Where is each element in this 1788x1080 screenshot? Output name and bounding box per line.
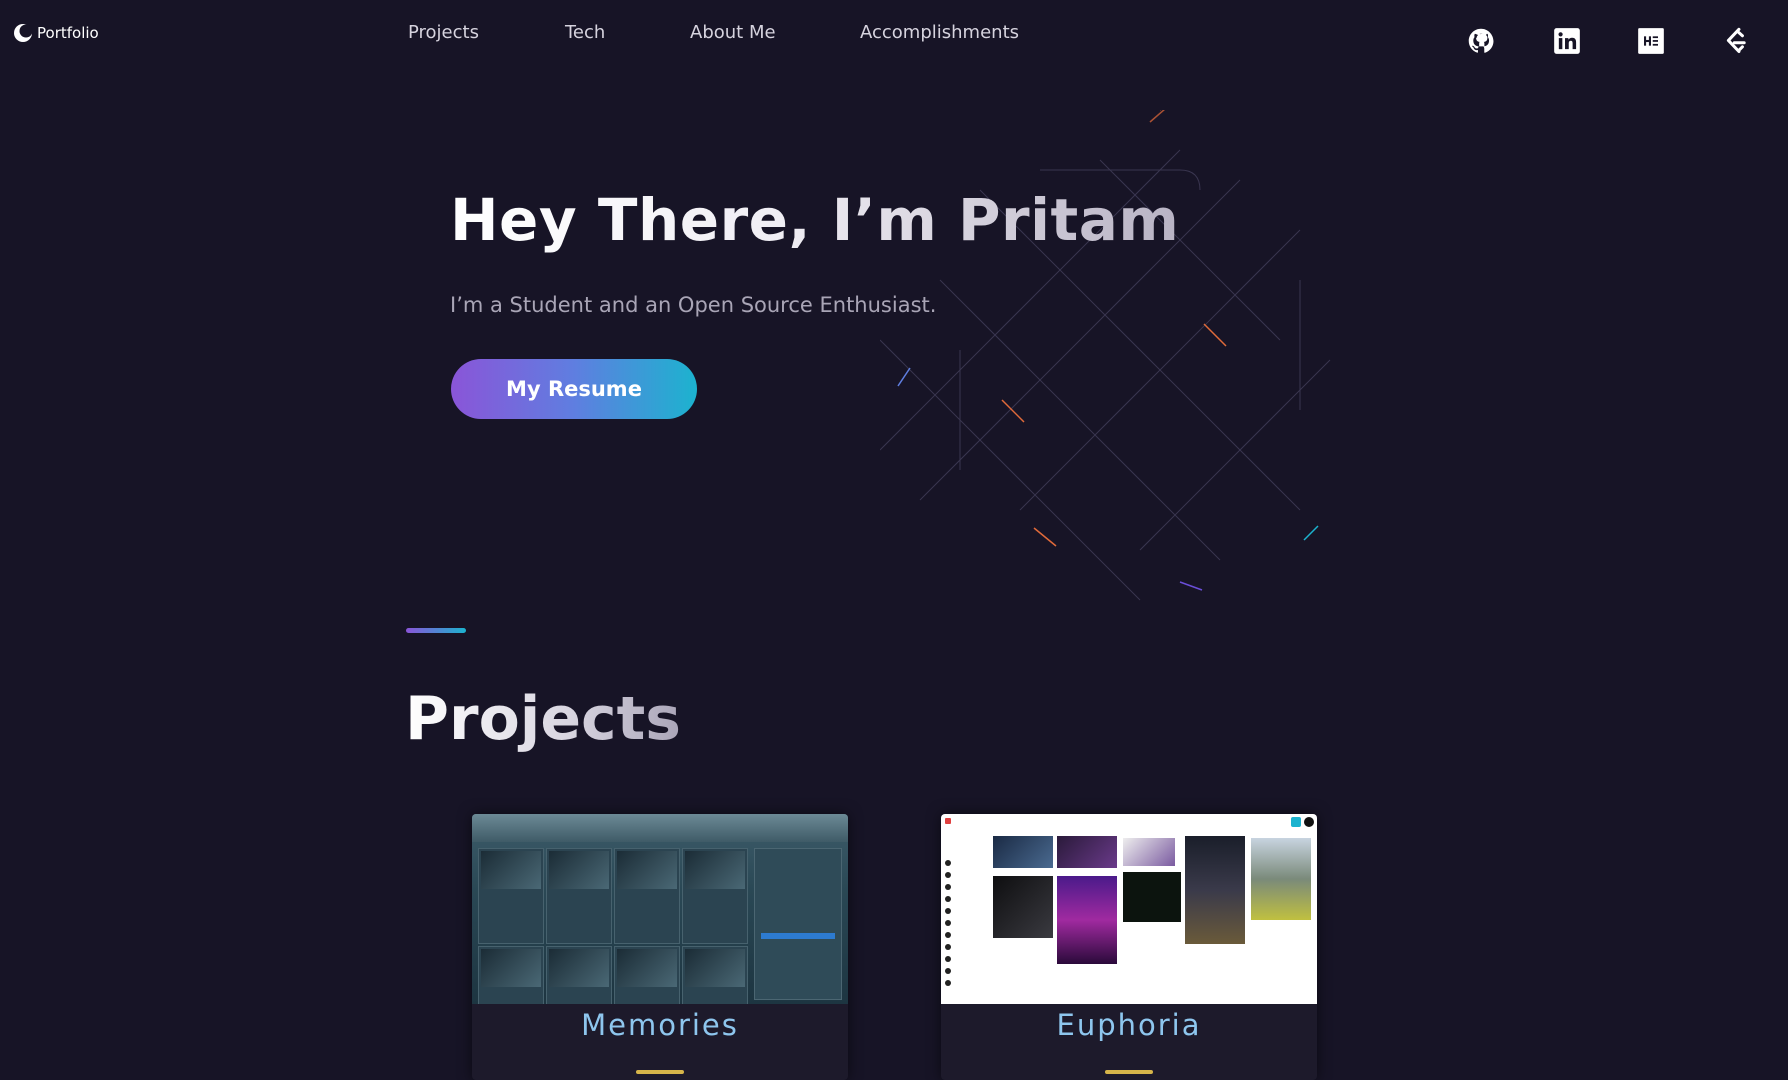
nav-link-accomplishments[interactable]: Accomplishments xyxy=(860,22,1019,43)
resume-button[interactable]: My Resume xyxy=(451,359,697,419)
section-divider xyxy=(406,628,466,633)
nav-link-tech[interactable]: Tech xyxy=(565,22,605,43)
hashnode-link[interactable] xyxy=(1634,24,1668,58)
project-thumbnail-memories xyxy=(472,814,848,1004)
nav-link-projects[interactable]: Projects xyxy=(408,22,479,43)
linkedin-link[interactable] xyxy=(1550,24,1584,58)
logo-text: Portfolio xyxy=(37,24,99,42)
leetcode-link[interactable] xyxy=(1719,24,1753,58)
project-card-title: Memories xyxy=(581,1008,739,1042)
hashnode-icon xyxy=(1638,28,1664,54)
hero-subtitle: I’m a Student and an Open Source Enthusi… xyxy=(450,293,937,317)
project-card-underline xyxy=(1105,1070,1153,1074)
leetcode-icon xyxy=(1726,27,1746,54)
project-card-memories[interactable]: Memories xyxy=(472,814,848,1080)
github-link[interactable] xyxy=(1464,24,1498,58)
logo[interactable]: Portfolio xyxy=(13,22,99,44)
github-icon xyxy=(1468,28,1494,53)
project-card-underline xyxy=(636,1070,684,1074)
project-thumbnail-euphoria xyxy=(941,814,1317,1004)
hero-decoration xyxy=(880,110,1331,601)
project-card-euphoria[interactable]: Euphoria xyxy=(941,814,1317,1080)
nav-link-about-me[interactable]: About Me xyxy=(690,22,776,43)
hero-title: Hey There, I’m Pritam xyxy=(450,186,1180,254)
linkedin-icon xyxy=(1554,28,1580,54)
projects-section-title: Projects xyxy=(405,684,682,754)
logo-icon xyxy=(14,24,33,42)
project-card-title: Euphoria xyxy=(1056,1008,1202,1042)
